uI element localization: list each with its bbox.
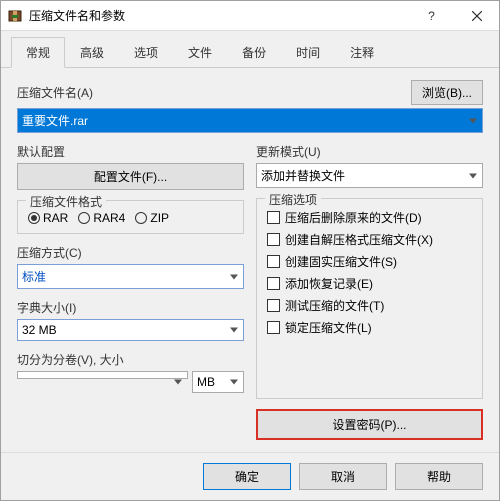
radio-icon	[78, 212, 90, 224]
check-lock[interactable]: 锁定压缩文件(L)	[267, 319, 472, 336]
window-controls: ?	[409, 1, 499, 30]
split-unit-select[interactable]: MB	[192, 371, 244, 393]
checkbox-icon	[267, 277, 280, 290]
help-button[interactable]: ?	[409, 1, 454, 30]
method-select[interactable]: 标准	[17, 264, 244, 289]
radio-icon	[28, 212, 40, 224]
content-area: 压缩文件名(A) 浏览(B)... 重要文件.rar 默认配置 配置文件(F).…	[1, 68, 499, 452]
split-size-input[interactable]	[17, 371, 188, 379]
checkbox-icon	[267, 255, 280, 268]
dict-label: 字典大小(I)	[17, 299, 244, 316]
checkbox-icon	[267, 299, 280, 312]
close-button[interactable]	[454, 1, 499, 30]
tab-comment[interactable]: 注释	[335, 37, 389, 67]
method-label: 压缩方式(C)	[17, 244, 244, 261]
set-password-button[interactable]: 设置密码(P)...	[256, 409, 483, 440]
split-label: 切分为分卷(V), 大小	[17, 351, 244, 368]
dialog-footer: 确定 取消 帮助	[1, 452, 499, 500]
check-test[interactable]: 测试压缩的文件(T)	[267, 297, 472, 314]
left-column: 默认配置 配置文件(F)... 压缩文件格式 RAR RAR4 ZIP 压缩方式…	[17, 143, 244, 440]
browse-button[interactable]: 浏览(B)...	[411, 80, 483, 105]
ok-button[interactable]: 确定	[203, 463, 291, 490]
check-sfx[interactable]: 创建自解压格式压缩文件(X)	[267, 231, 472, 248]
app-icon	[7, 8, 23, 24]
default-profile-label: 默认配置	[17, 143, 244, 160]
tab-files[interactable]: 文件	[173, 37, 227, 67]
checkbox-icon	[267, 233, 280, 246]
dialog-window: 压缩文件名和参数 ? 常规 高级 选项 文件 备份 时间 注释 压缩文件名(A)…	[0, 0, 500, 501]
format-title: 压缩文件格式	[26, 193, 106, 210]
check-solid[interactable]: 创建固实压缩文件(S)	[267, 253, 472, 270]
check-recovery[interactable]: 添加恢复记录(E)	[267, 275, 472, 292]
tab-general[interactable]: 常规	[11, 37, 65, 68]
filename-input[interactable]: 重要文件.rar	[17, 108, 483, 133]
checkbox-icon	[267, 211, 280, 224]
radio-rar4[interactable]: RAR4	[78, 211, 125, 225]
format-group: 压缩文件格式 RAR RAR4 ZIP	[17, 200, 244, 234]
check-delete-after[interactable]: 压缩后删除原来的文件(D)	[267, 209, 472, 226]
help-footer-button[interactable]: 帮助	[395, 463, 483, 490]
close-icon	[472, 11, 482, 21]
tab-options[interactable]: 选项	[119, 37, 173, 67]
filename-label: 压缩文件名(A)	[17, 84, 93, 101]
update-select[interactable]: 添加并替换文件	[256, 163, 483, 188]
radio-icon	[135, 212, 147, 224]
titlebar: 压缩文件名和参数 ?	[1, 1, 499, 31]
right-column: 更新模式(U) 添加并替换文件 压缩选项 压缩后删除原来的文件(D) 创建自解压…	[256, 143, 483, 440]
tab-advanced[interactable]: 高级	[65, 37, 119, 67]
radio-rar[interactable]: RAR	[28, 211, 68, 225]
radio-zip[interactable]: ZIP	[135, 211, 169, 225]
tab-time[interactable]: 时间	[281, 37, 335, 67]
cancel-button[interactable]: 取消	[299, 463, 387, 490]
update-label: 更新模式(U)	[256, 143, 483, 160]
tab-bar: 常规 高级 选项 文件 备份 时间 注释	[1, 31, 499, 68]
tab-backup[interactable]: 备份	[227, 37, 281, 67]
options-group: 压缩选项 压缩后删除原来的文件(D) 创建自解压格式压缩文件(X) 创建固实压缩…	[256, 198, 483, 399]
profile-button[interactable]: 配置文件(F)...	[17, 163, 244, 190]
options-title: 压缩选项	[265, 191, 321, 208]
checkbox-icon	[267, 321, 280, 334]
window-title: 压缩文件名和参数	[29, 7, 409, 24]
dict-select[interactable]: 32 MB	[17, 319, 244, 341]
